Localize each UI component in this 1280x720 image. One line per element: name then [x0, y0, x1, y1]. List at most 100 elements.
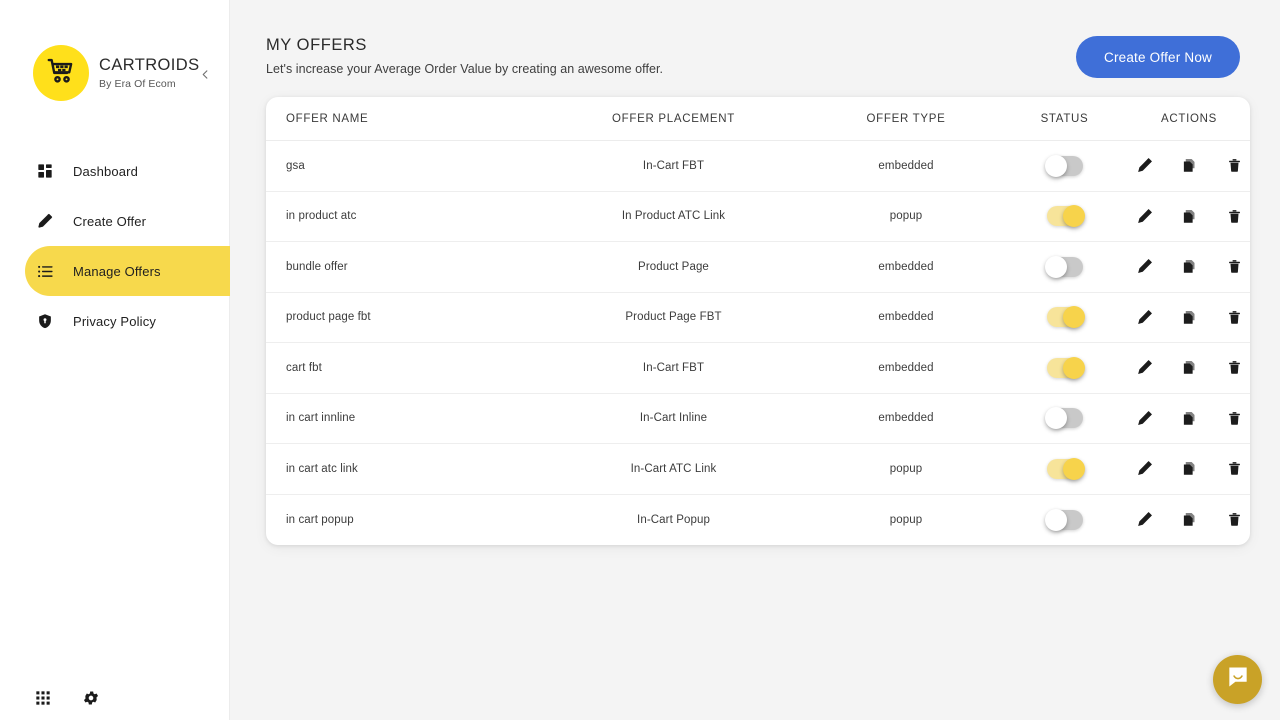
status-toggle[interactable] — [1046, 457, 1085, 480]
cell-offer-name: in cart popup — [286, 513, 354, 526]
sidebar-item-label: Privacy Policy — [73, 313, 157, 329]
sidebar-nav: Dashboard Create Offer Manage Offers Pri… — [0, 146, 230, 346]
cell-offer-type: embedded — [878, 311, 934, 324]
sidebar-item-privacy-policy[interactable]: Privacy Policy — [0, 296, 229, 346]
cell-offer-type: popup — [889, 462, 923, 475]
brand-logo — [33, 45, 89, 101]
edit-pencil-icon[interactable] — [1135, 258, 1153, 276]
edit-pencil-icon[interactable] — [1135, 359, 1153, 377]
status-toggle[interactable] — [1046, 205, 1085, 228]
cell-status — [1001, 356, 1128, 379]
table-header-row: OFFER NAME OFFER PLACEMENT OFFER TYPE ST… — [266, 97, 1250, 141]
sidebar-collapse-button[interactable] — [195, 65, 215, 85]
toggle-knob — [1062, 457, 1085, 480]
edit-pencil-icon[interactable] — [1135, 460, 1153, 478]
toggle-knob — [1062, 205, 1085, 228]
brand-title: CARTROIDS — [99, 56, 200, 75]
sidebar-item-create-offer[interactable]: Create Offer — [0, 196, 229, 246]
cell-offer-type: popup — [889, 513, 923, 526]
cell-offer-placement: In-Cart FBT — [642, 361, 705, 374]
gear-icon[interactable] — [81, 688, 101, 708]
table-row: bundle offer Product Page embedded — [266, 242, 1250, 293]
column-header-offer-placement: OFFER PLACEMENT — [612, 112, 735, 125]
cell-offer-type: popup — [889, 210, 923, 223]
create-offer-now-button[interactable]: Create Offer Now — [1076, 36, 1240, 78]
delete-trash-icon[interactable] — [1225, 460, 1243, 478]
status-toggle[interactable] — [1046, 356, 1085, 379]
column-header-status: STATUS — [1040, 112, 1089, 125]
column-header-offer-type: OFFER TYPE — [866, 112, 946, 125]
sidebar-item-dashboard[interactable]: Dashboard — [0, 146, 229, 196]
status-toggle[interactable] — [1044, 407, 1083, 430]
status-toggle[interactable] — [1046, 306, 1085, 329]
table-body: gsa In-Cart FBT embedded in product atc In P… — [266, 141, 1250, 545]
page-heading-group: MY OFFERS Let's increase your Average Or… — [266, 36, 663, 76]
sidebar-item-label: Manage Offers — [73, 263, 161, 279]
cell-offer-name: gsa — [286, 159, 305, 172]
delete-trash-icon[interactable] — [1225, 359, 1243, 377]
cell-actions — [1128, 460, 1250, 478]
cell-offer-name: cart fbt — [286, 361, 322, 374]
chevron-left-icon — [200, 68, 211, 83]
cell-offer-name: in product atc — [286, 210, 357, 223]
toggle-knob — [1062, 306, 1085, 329]
page-title: MY OFFERS — [266, 36, 367, 54]
cell-actions — [1128, 511, 1250, 529]
table-row: gsa In-Cart FBT embedded — [266, 141, 1250, 192]
duplicate-copy-icon[interactable] — [1180, 359, 1198, 377]
cell-offer-placement: Product Page — [638, 260, 709, 273]
edit-pencil-icon[interactable] — [1135, 157, 1153, 175]
apps-grid-icon[interactable] — [33, 688, 53, 708]
duplicate-copy-icon[interactable] — [1180, 460, 1198, 478]
delete-trash-icon[interactable] — [1225, 308, 1243, 326]
edit-pencil-icon[interactable] — [1135, 308, 1153, 326]
duplicate-copy-icon[interactable] — [1180, 157, 1198, 175]
duplicate-copy-icon[interactable] — [1180, 258, 1198, 276]
edit-pencil-icon[interactable] — [1135, 207, 1153, 225]
toggle-knob — [1044, 154, 1067, 177]
edit-pencil-icon[interactable] — [1135, 511, 1153, 529]
page-subtitle: Let's increase your Average Order Value … — [266, 62, 664, 76]
toggle-knob — [1044, 508, 1067, 531]
page-header: MY OFFERS Let's increase your Average Or… — [230, 0, 1280, 78]
chat-launcher-button[interactable] — [1213, 655, 1262, 704]
cell-status — [1001, 205, 1128, 228]
cell-offer-placement: In-Cart FBT — [642, 159, 705, 172]
table-row: in cart popup In-Cart Popup popup — [266, 495, 1250, 546]
cell-offer-name: in cart atc link — [286, 462, 358, 475]
delete-trash-icon[interactable] — [1225, 207, 1243, 225]
status-toggle[interactable] — [1044, 255, 1083, 278]
shopping-cart-icon — [46, 56, 76, 91]
cell-offer-name: in cart innline — [286, 412, 356, 425]
table-row: product page fbt Product Page FBT embedded — [266, 293, 1250, 343]
sidebar-footer — [33, 688, 101, 708]
cell-actions — [1128, 308, 1250, 326]
cell-offer-name: bundle offer — [286, 260, 348, 273]
toggle-knob — [1044, 407, 1067, 430]
table-row: in cart innline In-Cart Inline embedded — [266, 394, 1250, 444]
cell-status — [1001, 255, 1128, 278]
sidebar-item-manage-offers[interactable]: Manage Offers — [25, 246, 230, 296]
cell-offer-placement: In Product ATC Link — [621, 210, 726, 223]
cell-status — [1001, 306, 1128, 329]
cell-offer-type: embedded — [878, 361, 934, 374]
duplicate-copy-icon[interactable] — [1180, 511, 1198, 529]
delete-trash-icon[interactable] — [1225, 258, 1243, 276]
brand-text: CARTROIDS By Era Of Ecom — [99, 56, 199, 90]
sidebar: CARTROIDS By Era Of Ecom Dashboard Creat… — [0, 0, 230, 720]
offers-table: OFFER NAME OFFER PLACEMENT OFFER TYPE ST… — [266, 97, 1250, 545]
delete-trash-icon[interactable] — [1225, 157, 1243, 175]
cell-offer-placement: Product Page FBT — [625, 311, 722, 324]
column-header-actions: ACTIONS — [1160, 112, 1217, 125]
dashboard-grid-icon — [35, 161, 55, 181]
status-toggle[interactable] — [1044, 508, 1083, 531]
edit-pencil-icon[interactable] — [1135, 409, 1153, 427]
cell-status — [1001, 508, 1128, 531]
list-icon — [35, 261, 55, 281]
delete-trash-icon[interactable] — [1225, 409, 1243, 427]
duplicate-copy-icon[interactable] — [1180, 409, 1198, 427]
duplicate-copy-icon[interactable] — [1180, 308, 1198, 326]
delete-trash-icon[interactable] — [1225, 511, 1243, 529]
duplicate-copy-icon[interactable] — [1180, 207, 1198, 225]
status-toggle[interactable] — [1044, 154, 1083, 177]
